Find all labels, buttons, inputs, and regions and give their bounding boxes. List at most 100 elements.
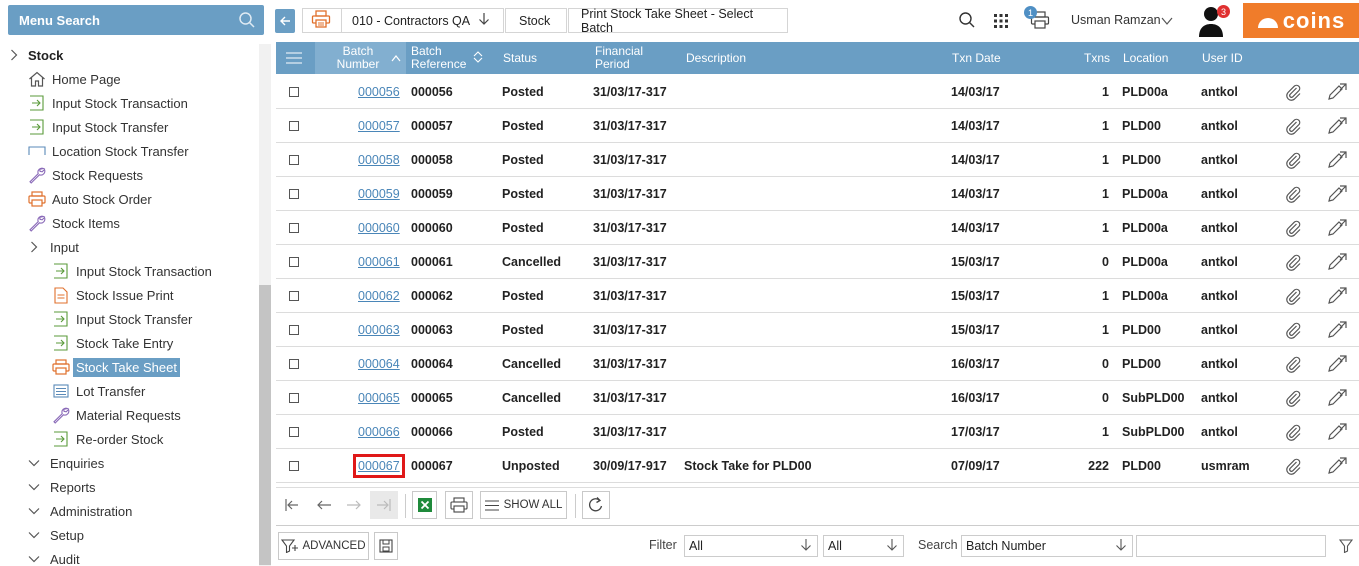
- header-batch-number[interactable]: Batch Number: [315, 42, 406, 74]
- table-row[interactable]: 000061 000061 Cancelled 31/03/17-317 15/03/1…: [276, 245, 1359, 279]
- batch-number-link[interactable]: 000059: [358, 177, 400, 210]
- last-page-button[interactable]: [370, 491, 398, 519]
- sidebar-item[interactable]: Input Stock Transaction: [52, 260, 212, 282]
- header-status[interactable]: Status: [503, 42, 537, 74]
- batch-number-link[interactable]: 000063: [358, 313, 400, 346]
- batch-number-link[interactable]: 000067: [353, 449, 405, 482]
- edit-open-icon[interactable]: [1326, 381, 1348, 414]
- edit-open-icon[interactable]: [1326, 347, 1348, 380]
- search-icon[interactable]: [958, 11, 976, 32]
- sidebar-item[interactable]: Material Requests: [52, 404, 181, 426]
- table-row[interactable]: 000058 000058 Posted 31/03/17-317 14/03/17 1 P…: [276, 143, 1359, 177]
- save-filter-button[interactable]: [374, 532, 398, 560]
- row-checkbox[interactable]: [289, 245, 299, 278]
- breadcrumb-module[interactable]: Stock: [505, 8, 567, 33]
- sidebar-item[interactable]: Setup: [28, 524, 84, 546]
- refresh-button[interactable]: [582, 491, 610, 519]
- sidebar-item[interactable]: Reports: [28, 476, 96, 498]
- breadcrumb-print-button[interactable]: [302, 8, 342, 33]
- table-row[interactable]: 000060 000060 Posted 31/03/17-317 14/03/17 1 P…: [276, 211, 1359, 245]
- row-checkbox[interactable]: [289, 279, 299, 312]
- edit-open-icon[interactable]: [1326, 313, 1348, 346]
- row-checkbox[interactable]: [289, 109, 299, 142]
- header-location[interactable]: Location: [1123, 42, 1168, 74]
- edit-open-icon[interactable]: [1326, 415, 1348, 448]
- header-txns[interactable]: Txns: [1084, 42, 1110, 74]
- batch-number-link[interactable]: 000066: [358, 415, 400, 448]
- sidebar-item[interactable]: Enquiries: [28, 452, 104, 474]
- sidebar-item[interactable]: Input Stock Transaction: [28, 92, 188, 114]
- sidebar-item[interactable]: Input: [28, 236, 79, 258]
- filter-select-2[interactable]: All: [823, 535, 904, 557]
- menu-search-box[interactable]: Menu Search: [8, 5, 264, 35]
- batch-number-link-text[interactable]: 000059: [358, 187, 400, 201]
- sidebar-scrollbar-thumb[interactable]: [259, 285, 271, 565]
- user-name[interactable]: Usman Ramzan: [1071, 13, 1161, 27]
- row-checkbox[interactable]: [289, 449, 299, 482]
- batch-number-link[interactable]: 000064: [358, 347, 400, 380]
- table-row[interactable]: 000062 000062 Posted 31/03/17-317 15/03/17 1 P…: [276, 279, 1359, 313]
- edit-open-icon[interactable]: [1326, 279, 1348, 312]
- batch-number-link[interactable]: 000058: [358, 143, 400, 176]
- header-batch-reference[interactable]: Batch Reference: [411, 42, 491, 74]
- next-page-button[interactable]: [340, 491, 368, 519]
- sidebar-item[interactable]: Input Stock Transfer: [28, 116, 168, 138]
- paperclip-icon[interactable]: [1283, 449, 1303, 482]
- header-txn-date[interactable]: Txn Date: [952, 42, 1001, 74]
- row-checkbox[interactable]: [289, 313, 299, 346]
- batch-number-link-text[interactable]: 000060: [358, 221, 400, 235]
- table-row[interactable]: 000063 000063 Posted 31/03/17-317 15/03/17 1 P…: [276, 313, 1359, 347]
- sidebar-item[interactable]: Stock: [8, 44, 63, 66]
- search-field-select[interactable]: Batch Number: [961, 535, 1133, 557]
- batch-number-link-text[interactable]: 000061: [358, 255, 400, 269]
- edit-open-icon[interactable]: [1326, 449, 1348, 482]
- first-page-button[interactable]: [278, 491, 306, 519]
- table-row[interactable]: 000057 000057 Posted 31/03/17-317 14/03/17 1 P…: [276, 109, 1359, 143]
- batch-number-link-text[interactable]: 000062: [358, 289, 400, 303]
- sidebar-item[interactable]: Stock Issue Print: [52, 284, 174, 306]
- chevron-down-icon[interactable]: [1161, 14, 1173, 29]
- batch-number-link[interactable]: 000061: [358, 245, 400, 278]
- paperclip-icon[interactable]: [1283, 109, 1303, 142]
- paperclip-icon[interactable]: [1283, 177, 1303, 210]
- sidebar-item[interactable]: Input Stock Transfer: [52, 308, 192, 330]
- row-checkbox[interactable]: [289, 211, 299, 244]
- table-row[interactable]: 000056 000056 Posted 31/03/17-317 14/03/17 1 P…: [276, 75, 1359, 109]
- sidebar-item[interactable]: Home Page: [28, 68, 121, 90]
- batch-number-link-text[interactable]: 000066: [358, 425, 400, 439]
- print-button[interactable]: [445, 491, 473, 519]
- sidebar-item[interactable]: Stock Items: [28, 212, 120, 234]
- paperclip-icon[interactable]: [1283, 313, 1303, 346]
- edit-open-icon[interactable]: [1326, 211, 1348, 244]
- back-button[interactable]: [275, 9, 295, 33]
- batch-number-link-text[interactable]: 000065: [358, 391, 400, 405]
- paperclip-icon[interactable]: [1283, 143, 1303, 176]
- apps-grid-icon[interactable]: [993, 13, 1009, 32]
- edit-open-icon[interactable]: [1326, 109, 1348, 142]
- paperclip-icon[interactable]: [1283, 211, 1303, 244]
- batch-number-link-text[interactable]: 000056: [358, 85, 400, 99]
- table-row[interactable]: 000065 000065 Cancelled 31/03/17-317 16/03/1…: [276, 381, 1359, 415]
- header-user-id[interactable]: User ID: [1202, 42, 1243, 74]
- edit-open-icon[interactable]: [1326, 177, 1348, 210]
- paperclip-icon[interactable]: [1283, 279, 1303, 312]
- filter-select-1[interactable]: All: [684, 535, 818, 557]
- search-input[interactable]: [1136, 535, 1326, 557]
- edit-open-icon[interactable]: [1326, 75, 1348, 108]
- row-checkbox[interactable]: [289, 75, 299, 108]
- row-checkbox[interactable]: [289, 415, 299, 448]
- sidebar-item[interactable]: Location Stock Transfer: [28, 140, 189, 162]
- batch-number-link[interactable]: 000056: [358, 75, 400, 108]
- batch-number-link[interactable]: 000060: [358, 211, 400, 244]
- sidebar-item[interactable]: Stock Take Sheet: [52, 356, 180, 378]
- sidebar-item[interactable]: Lot Transfer: [52, 380, 145, 402]
- row-checkbox[interactable]: [289, 177, 299, 210]
- sidebar-item[interactable]: Administration: [28, 500, 132, 522]
- column-chooser-button[interactable]: [276, 42, 312, 74]
- batch-number-link[interactable]: 000062: [358, 279, 400, 312]
- table-row[interactable]: 000066 000066 Posted 31/03/17-317 17/03/17 1 S…: [276, 415, 1359, 449]
- batch-number-link-text[interactable]: 000064: [358, 357, 400, 371]
- paperclip-icon[interactable]: [1283, 347, 1303, 380]
- export-excel-button[interactable]: [412, 491, 437, 519]
- previous-page-button[interactable]: [310, 491, 338, 519]
